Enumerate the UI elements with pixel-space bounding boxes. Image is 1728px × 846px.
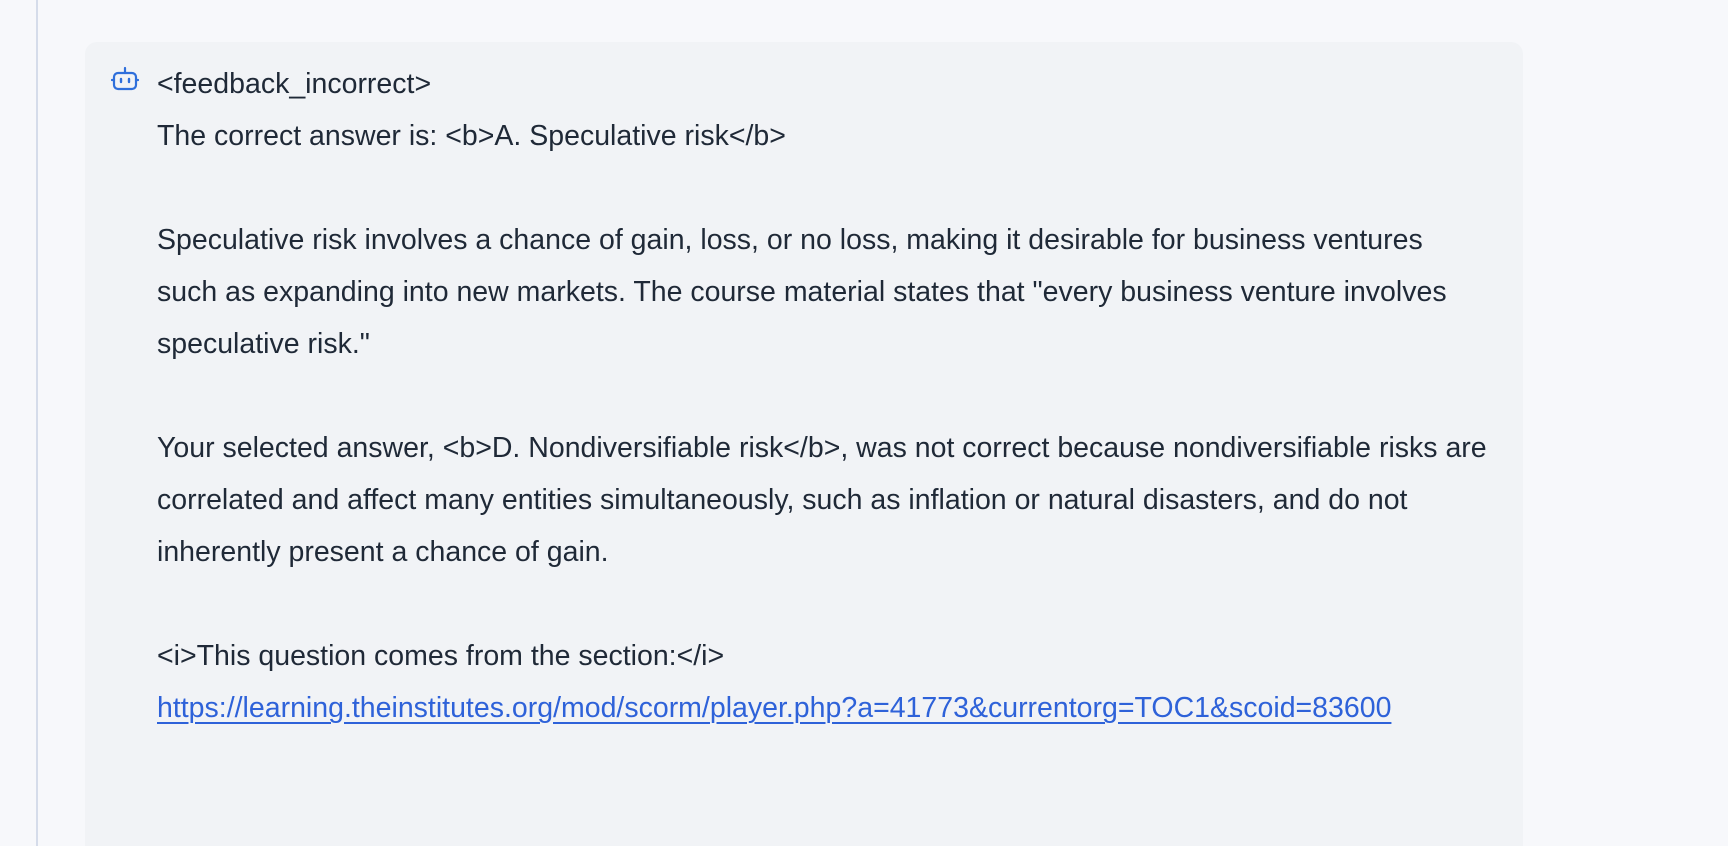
section-intro: <i>This question comes from the section:… <box>157 640 725 672</box>
explanation-paragraph: Speculative risk involves a chance of ga… <box>157 224 1455 360</box>
correct-answer-line: The correct answer is: <b>A. Speculative… <box>157 120 786 152</box>
message-content: <feedback_incorrect> The correct answer … <box>157 58 1487 734</box>
conversation-rail <box>36 0 38 846</box>
chat-page: <feedback_incorrect> The correct answer … <box>0 0 1728 846</box>
bot-icon <box>111 66 139 92</box>
feedback-tag: <feedback_incorrect> <box>157 68 432 100</box>
section-link[interactable]: https://learning.theinstitutes.org/mod/s… <box>157 692 1391 724</box>
selected-answer-feedback: Your selected answer, <b>D. Nondiversifi… <box>157 432 1487 568</box>
